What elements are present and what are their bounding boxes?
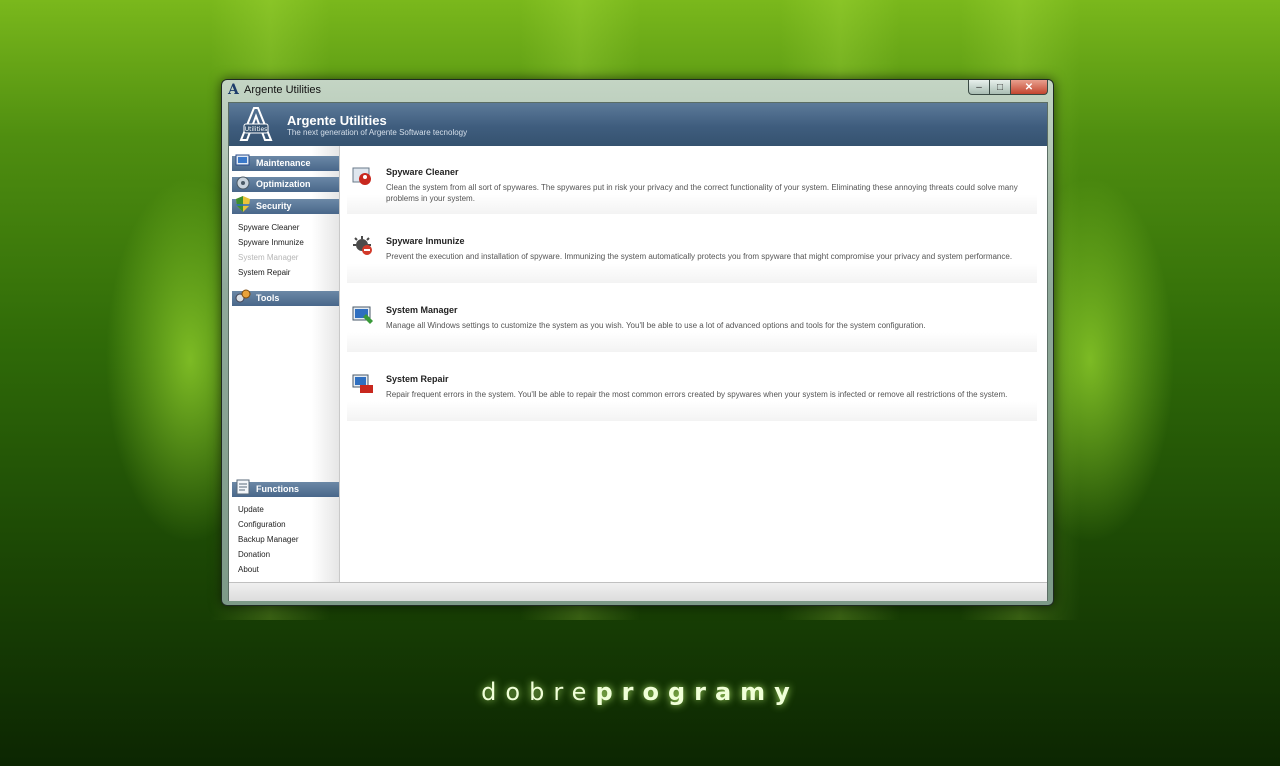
list-item-system-repair[interactable]: System Repair Repair frequent errors in … (347, 355, 1037, 421)
app-title: Argente Utilities (287, 113, 387, 128)
maintenance-icon (235, 154, 250, 166)
list-item-spyware-cleaner[interactable]: Spyware Cleaner Clean the system from al… (347, 148, 1037, 214)
sidebar-item-system-repair[interactable]: System Repair (238, 268, 290, 277)
sidebar-item-donation[interactable]: Donation (238, 550, 270, 559)
sidebar-item-backup-manager[interactable]: Backup Manager (238, 535, 298, 544)
app-header: Utilities Argente Utilities The next gen… (229, 103, 1047, 146)
shield-icon (236, 196, 250, 212)
system-repair-icon (352, 374, 373, 393)
app-window: A Argente Utilities – □ ✕ Utilities Arge… (221, 79, 1054, 606)
sidebar-item-configuration[interactable]: Configuration (238, 520, 286, 529)
app-subtitle: The next generation of Argente Software … (287, 128, 468, 137)
sidebar-section-security[interactable]: Security (232, 196, 339, 214)
sidebar-item-update[interactable]: Update (238, 505, 264, 514)
maximize-button[interactable]: □ (990, 80, 1011, 95)
main-panel: Spyware Cleaner Clean the system from al… (340, 146, 1047, 582)
list-item-spyware-inmunize[interactable]: Spyware Inmunize Prevent the execution a… (347, 217, 1037, 283)
argente-logo: Utilities (238, 106, 274, 142)
sidebar-section-tools[interactable]: Tools (232, 289, 339, 306)
tools-icon (235, 289, 251, 303)
functions-icon (236, 479, 250, 495)
minimize-button[interactable]: – (968, 80, 990, 95)
sidebar-section-optimization[interactable]: Optimization (232, 176, 339, 192)
spyware-inmunize-icon (353, 236, 372, 255)
title-bar[interactable]: A Argente Utilities – □ ✕ (222, 80, 1053, 101)
sidebar-item-system-manager[interactable]: System Manager (238, 253, 298, 262)
app-icon: A (228, 82, 239, 98)
svg-text:Utilities: Utilities (245, 126, 268, 133)
sidebar-item-spyware-cleaner[interactable]: Spyware Cleaner (238, 223, 299, 232)
sidebar: Maintenance Optimization Security Spywar… (229, 146, 340, 582)
optimization-icon (236, 176, 250, 190)
close-button[interactable]: ✕ (1011, 80, 1048, 95)
sidebar-section-functions[interactable]: Functions (232, 479, 339, 497)
sidebar-section-maintenance[interactable]: Maintenance (232, 154, 339, 171)
client-area: Utilities Argente Utilities The next gen… (228, 102, 1048, 601)
spyware-cleaner-icon (352, 167, 371, 185)
window-title: Argente Utilities (244, 84, 322, 96)
status-bar (229, 582, 1047, 601)
dobreprogramy-watermark: dobreprogramy (481, 678, 799, 706)
sidebar-item-about[interactable]: About (238, 565, 259, 574)
list-item-system-manager[interactable]: System Manager Manage all Windows settin… (347, 286, 1037, 352)
system-manager-icon (352, 306, 373, 324)
sidebar-item-spyware-inmunize[interactable]: Spyware Inmunize (238, 238, 304, 247)
